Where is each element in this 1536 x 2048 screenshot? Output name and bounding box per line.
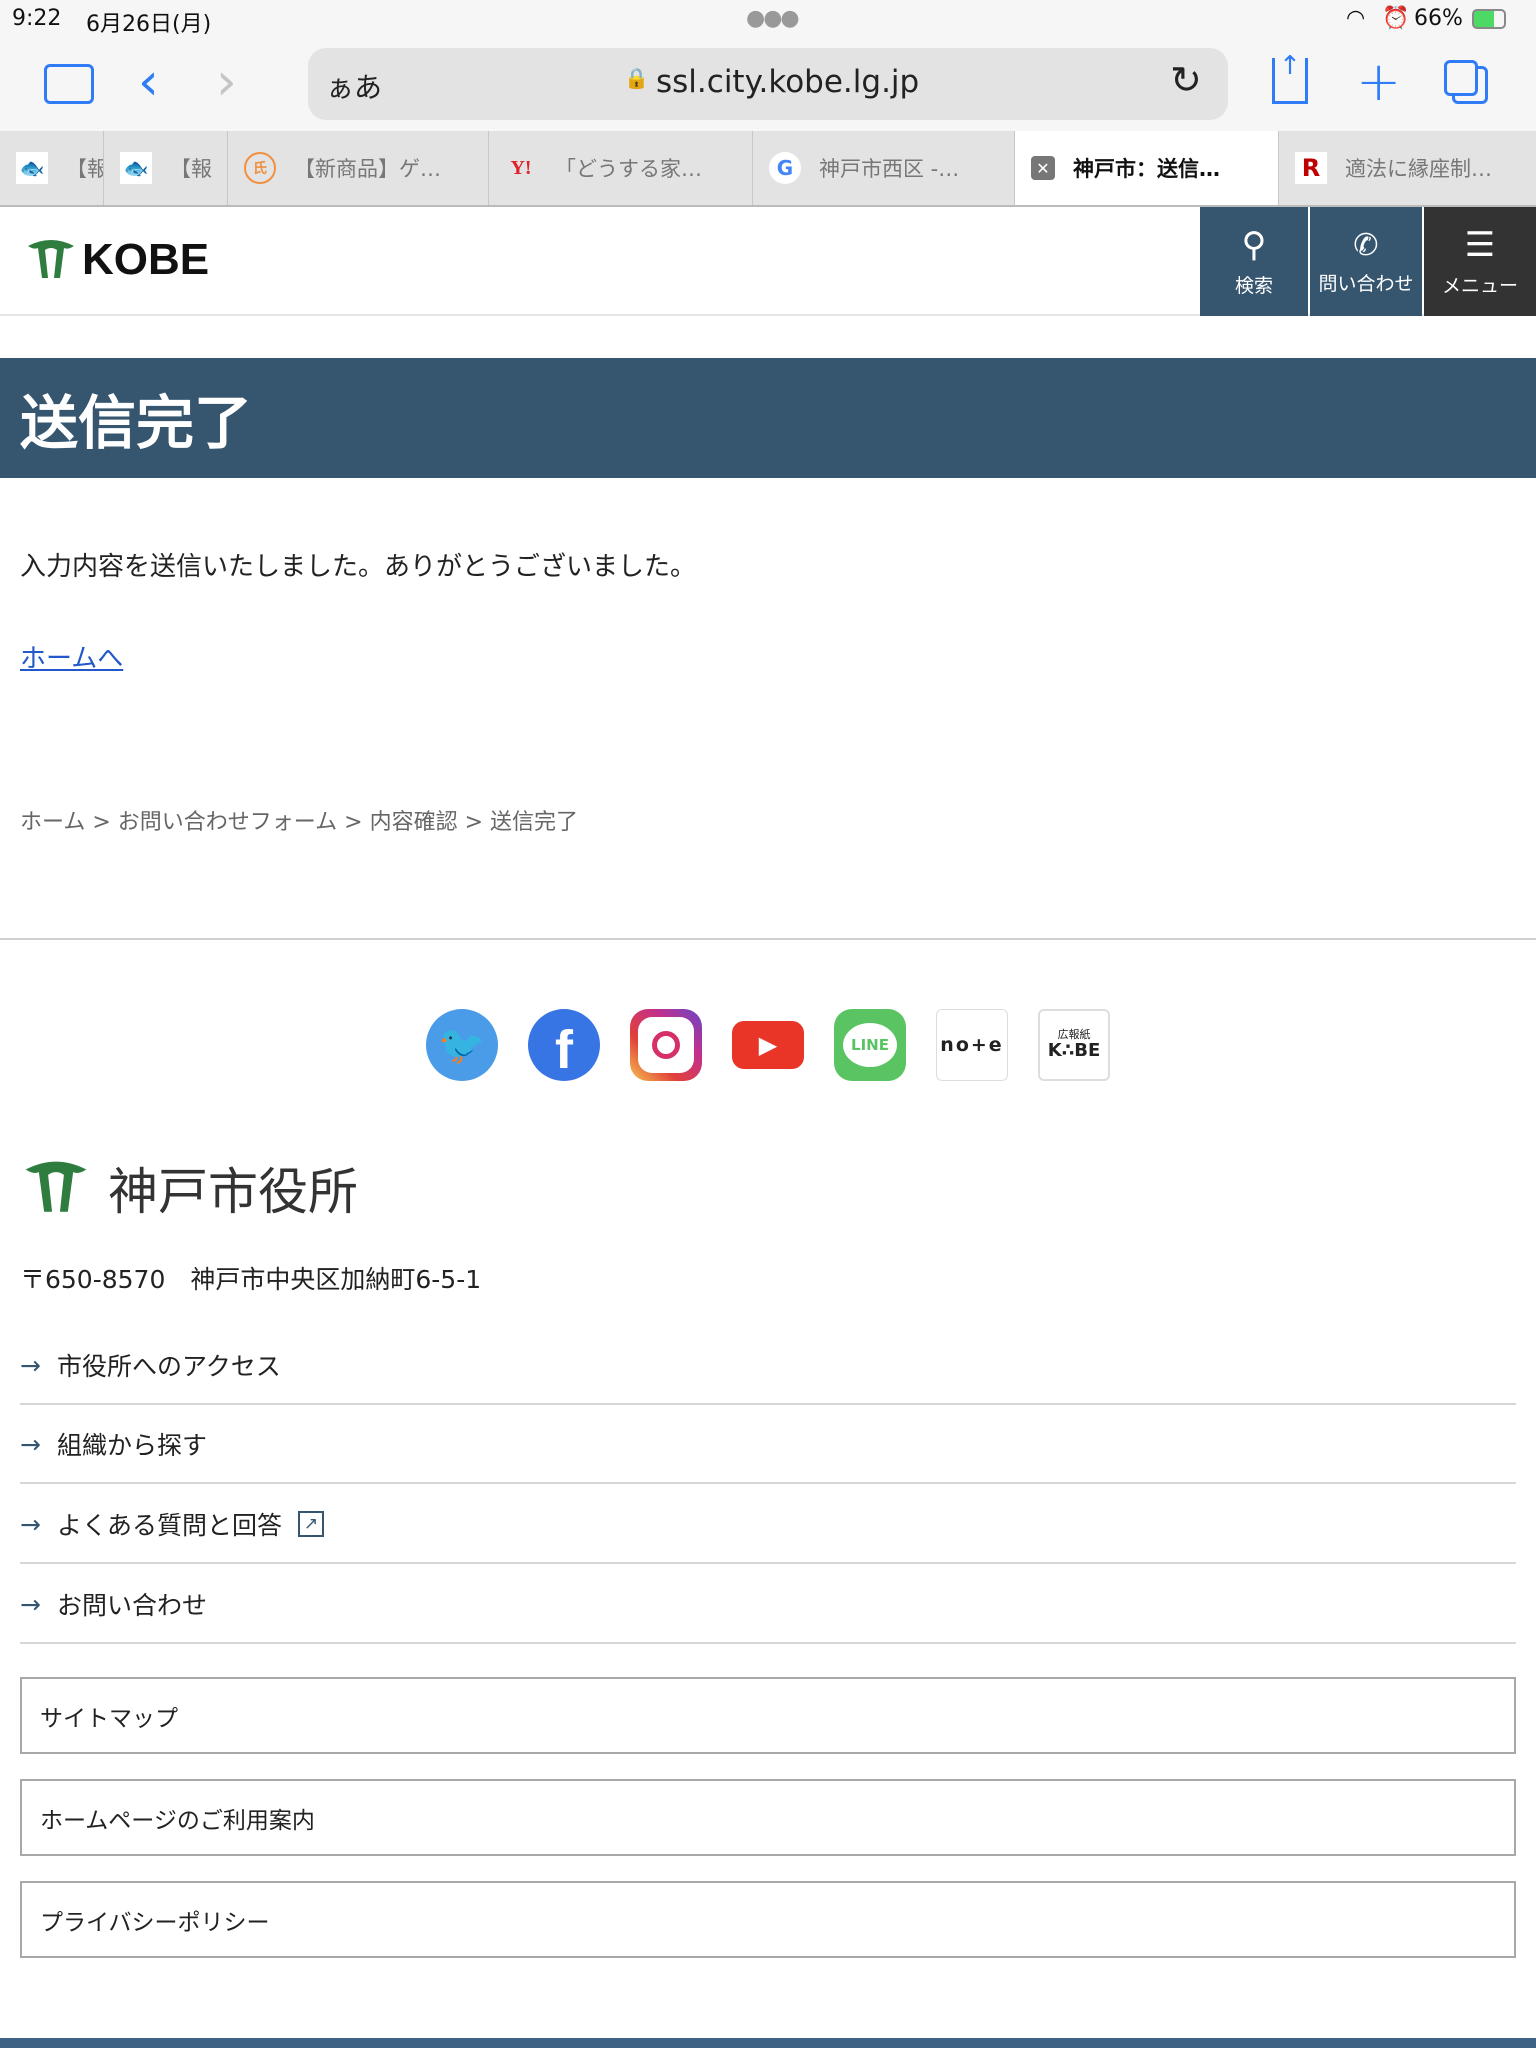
twitter-icon[interactable]: 🐦	[426, 1009, 498, 1081]
link-label: よくある質問と回答	[56, 1511, 282, 1540]
tab-label: 【報	[66, 157, 104, 181]
line-text: LINE	[843, 1023, 897, 1067]
tab-6-active[interactable]: ✕ 神戸市：送信…	[1015, 131, 1279, 205]
hamburger-icon: ☰	[1464, 225, 1496, 265]
multitask-dots-icon[interactable]: ●●●	[746, 6, 800, 31]
forward-icon[interactable]: ›	[216, 52, 237, 112]
wifi-icon: ◠	[1346, 6, 1366, 31]
reader-aa-button[interactable]: ぁあ	[326, 66, 382, 106]
tab-2[interactable]: 🐟 【報	[104, 131, 228, 205]
link-label: 組織から探す	[56, 1431, 207, 1460]
link-label: お問い合わせ	[56, 1591, 207, 1620]
breadcrumb-confirm[interactable]: 内容確認	[370, 810, 458, 835]
alarm-icon: ⏰	[1382, 6, 1410, 31]
footer-link-faq[interactable]: → よくある質問と回答 ↗	[20, 1486, 1516, 1564]
lock-icon: 🔒	[624, 66, 649, 90]
tab-label: 【新商品】ゲ…	[294, 157, 441, 181]
completion-message: 入力内容を送信いたしました。ありがとうございました。	[20, 552, 697, 582]
fish-icon: 🐟	[16, 152, 48, 184]
koho-bottom: K∴BE	[1047, 1040, 1101, 1062]
rakuten-icon: R	[1295, 152, 1327, 184]
breadcrumb-sep: >	[92, 810, 111, 835]
site-header: KOBE ⚲ 検索 ✆ 問い合わせ ☰ メニュー	[0, 207, 1536, 316]
koho-kobe-icon[interactable]: 広報紙 K∴BE	[1038, 1009, 1110, 1081]
status-time: 9:22	[12, 6, 62, 31]
arrow-right-icon: →	[20, 1509, 41, 1539]
contact-button[interactable]: ✆ 問い合わせ	[1310, 207, 1422, 316]
search-button[interactable]: ⚲ 検索	[1200, 207, 1308, 316]
note-icon[interactable]: no+e	[936, 1009, 1008, 1081]
back-icon[interactable]: ‹	[138, 52, 159, 112]
line-icon[interactable]: LINE	[834, 1009, 906, 1081]
note-text: no+e	[940, 1034, 1004, 1056]
footer-link-access[interactable]: → 市役所へのアクセス	[20, 1327, 1516, 1405]
arrow-right-icon: →	[20, 1589, 41, 1619]
battery-icon	[1472, 9, 1506, 29]
orange-logo-icon: 氏	[244, 152, 276, 184]
sidebar-icon[interactable]	[44, 64, 94, 104]
tab-4[interactable]: Y! 「どうする家…	[489, 131, 753, 205]
search-label: 検索	[1234, 275, 1273, 297]
breadcrumb-home[interactable]: ホーム	[20, 810, 85, 835]
breadcrumb-current: 送信完了	[490, 810, 579, 835]
tab-label: 【報	[170, 157, 212, 181]
tab-label: 「どうする家…	[555, 157, 702, 181]
arrow-right-icon: →	[20, 1429, 41, 1459]
org-name: 神戸市役所	[108, 1163, 358, 1221]
arrow-right-icon: →	[20, 1350, 41, 1380]
footer-band	[0, 2038, 1536, 2048]
tab-label: 神戸市西区 -…	[819, 157, 960, 181]
kobe-emblem-icon	[28, 240, 74, 278]
breadcrumb-sep: >	[464, 810, 484, 835]
tab-5[interactable]: G 神戸市西区 -…	[753, 131, 1015, 205]
external-link-icon: ↗	[297, 1511, 324, 1537]
contact-label: 問い合わせ	[1318, 272, 1414, 295]
facebook-icon[interactable]: f	[528, 1009, 600, 1081]
yahoo-icon: Y!	[510, 156, 532, 179]
phone-icon: ✆	[1353, 227, 1379, 263]
google-icon: G	[769, 152, 801, 184]
breadcrumb: ホーム > お問い合わせフォーム > 内容確認 > 送信完了	[20, 804, 578, 836]
fish-icon: 🐟	[120, 152, 152, 184]
address: 〒650-8570 神戸市中央区加納町6-5-1	[20, 1265, 482, 1294]
battery-percent: 66%	[1414, 6, 1463, 31]
link-label: 市役所へのアクセス	[56, 1352, 281, 1381]
reload-icon[interactable]: ↻	[1170, 58, 1202, 102]
tab-1[interactable]: 🐟 【報	[0, 131, 104, 205]
menu-button[interactable]: ☰ メニュー	[1424, 207, 1536, 316]
tab-7[interactable]: R 適法に縁座制…	[1279, 131, 1536, 205]
footer-logo: 神戸市役所	[20, 1152, 358, 1224]
kobe-emblem-icon	[25, 1161, 87, 1212]
footer-link-organization[interactable]: → 組織から探す	[20, 1406, 1516, 1484]
tab-label: 神戸市：送信…	[1073, 157, 1220, 181]
youtube-icon[interactable]: ▶	[732, 1009, 804, 1081]
footer-link-contact[interactable]: → お問い合わせ	[20, 1566, 1516, 1644]
privacy-policy-button[interactable]: プライバシーポリシー	[20, 1881, 1516, 1958]
status-date: 6月26日(月)	[86, 12, 212, 37]
breadcrumb-sep: >	[344, 810, 363, 835]
tab-label: 適法に縁座制…	[1345, 157, 1492, 181]
sitemap-button[interactable]: サイトマップ	[20, 1677, 1516, 1754]
site-guide-button[interactable]: ホームページのご利用案内	[20, 1779, 1516, 1856]
tab-3[interactable]: 氏【新商品】ゲ…	[228, 131, 489, 205]
address-bar[interactable]: ぁあ 🔒 ssl.city.kobe.lg.jp ↻	[308, 48, 1228, 120]
instagram-icon[interactable]	[630, 1009, 702, 1081]
share-icon[interactable]: ↑	[1272, 53, 1308, 104]
home-link[interactable]: ホームへ	[20, 638, 123, 675]
divider	[0, 938, 1536, 940]
kobe-logo[interactable]: KOBE	[24, 235, 209, 285]
close-icon[interactable]: ✕	[1031, 156, 1055, 180]
new-tab-icon[interactable]: +	[1356, 50, 1401, 113]
browser-chrome: 9:22 6月26日(月) ●●● ◠ ⏰ 66% ‹ › ぁあ 🔒 ssl.c…	[0, 0, 1536, 131]
breadcrumb-form[interactable]: お問い合わせフォーム	[118, 810, 337, 835]
search-icon: ⚲	[1241, 225, 1267, 265]
menu-label: メニュー	[1441, 275, 1518, 297]
page-title: 送信完了	[0, 358, 1536, 478]
url-text: ssl.city.kobe.lg.jp	[656, 64, 920, 100]
tab-bar: 🐟 【報 🐟 【報 氏【新商品】ゲ… Y! 「どうする家… G 神戸市西区 -… ✕ 神戸…	[0, 131, 1536, 207]
